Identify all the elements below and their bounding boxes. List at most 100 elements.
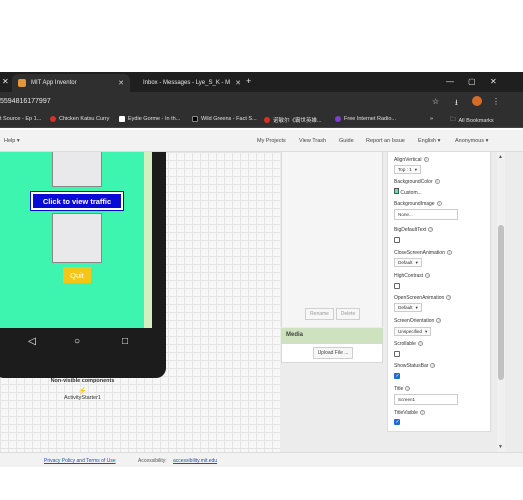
app-inventor-favicon-icon (18, 79, 26, 87)
background-image-field[interactable]: None... (394, 209, 458, 220)
report-issue-link[interactable]: Report an Issue (366, 138, 405, 144)
tab-inbox[interactable]: Inbox - Messages - Lye_S_K - M ✕ (132, 74, 242, 92)
bookmark-label: Wild Greens - Fact S... (201, 116, 257, 122)
view-traffic-button[interactable]: Click to view traffic (30, 191, 124, 211)
prop-label: BackgroundColor (394, 179, 433, 185)
activity-starter-icon[interactable]: ⚡ (0, 387, 165, 395)
star-icon[interactable]: ☆ (432, 97, 439, 106)
title-visible-checkbox[interactable] (394, 419, 400, 425)
help-icon[interactable]: ? (446, 295, 452, 300)
prop-title: Title? (394, 386, 411, 392)
screen1-preview[interactable]: Click to view traffic Quit (0, 152, 152, 328)
bookmark-label: Chicken Katsu Curry (59, 116, 110, 122)
media-panel: Upload File ... (281, 343, 383, 363)
help-icon[interactable]: ? (434, 179, 440, 184)
url-text[interactable]: 5594816177997 (0, 98, 51, 105)
address-bar[interactable]: 5594816177997 ☆ ⭳ ⋮ (0, 92, 523, 112)
dropdown-value: Default (398, 305, 413, 310)
new-tab-button[interactable]: + (246, 76, 251, 86)
site-icon (192, 116, 198, 122)
bookmark-item[interactable]: Free Internet Radio... (335, 116, 396, 122)
help-icon[interactable]: ? (405, 386, 411, 391)
image-component-middle[interactable] (52, 213, 102, 263)
accessibility-link[interactable]: accessibility.mit.edu (173, 458, 217, 464)
show-status-bar-checkbox[interactable] (394, 373, 400, 379)
my-projects-link[interactable]: My Projects (257, 138, 286, 144)
properties-panel: AlignVertical? Top : 1 ▾ BackgroundColor?… (387, 152, 491, 432)
privacy-link[interactable]: Privacy Policy and Terms of Use (44, 458, 116, 464)
dropdown-value: Unspecified (398, 329, 423, 334)
help-icon[interactable]: ? (446, 250, 452, 255)
bookmarks-overflow-button[interactable]: » (430, 116, 433, 122)
scrollbar-thumb[interactable] (498, 225, 504, 380)
color-value: Custom... (400, 190, 422, 196)
bookmark-label: Eydie Gorme - In th... (128, 116, 181, 122)
profile-avatar-icon[interactable] (472, 96, 482, 106)
scroll-up-icon[interactable]: ▲ (498, 154, 503, 160)
close-icon[interactable]: ✕ (118, 79, 124, 87)
bookmark-item[interactable]: Eydie Gorme - In th... (119, 116, 180, 122)
tab-close-icon[interactable]: ✕ (2, 77, 9, 86)
help-icon[interactable]: ? (419, 410, 425, 415)
big-default-text-checkbox[interactable] (394, 237, 400, 243)
bg-color-picker[interactable]: Custom... (394, 188, 422, 196)
tab-label: Inbox - Messages - Lye_S_K - M (143, 80, 231, 86)
bookmark-label: Free Internet Radio... (344, 116, 396, 122)
help-icon[interactable]: ? (436, 318, 442, 323)
prop-label: OpenScreenAnimation (394, 295, 445, 301)
bookmark-item[interactable]: 诺敏尔《霸世英雄... (264, 116, 322, 124)
high-contrast-checkbox[interactable] (394, 283, 400, 289)
download-icon[interactable]: ⭳ (455, 97, 458, 111)
close-icon[interactable]: ✕ (235, 79, 241, 87)
tab-mit-app-inventor[interactable]: MIT App Inventor ✕ (12, 74, 130, 92)
open-animation-dropdown[interactable]: Default ▾ (394, 303, 422, 312)
bookmark-item[interactable]: Wild Greens - Fact S... (192, 116, 257, 122)
minimize-button[interactable]: — (446, 77, 454, 86)
nonvisible-components: Non-visible components ⚡ ActivityStarter… (0, 378, 165, 401)
back-icon: ◁ (28, 336, 36, 347)
browser-menu-icon[interactable]: ⋮ (492, 97, 500, 106)
prop-label: HighContrast (394, 273, 424, 279)
image-component-top[interactable] (52, 152, 102, 187)
user-menu[interactable]: Anonymous ▾ (455, 138, 488, 144)
help-icon[interactable]: ? (417, 341, 423, 346)
language-menu[interactable]: English ▾ (418, 138, 440, 144)
all-bookmarks-button[interactable]: 🗀 All Bookmarks (450, 116, 494, 125)
all-bookmarks-label: All Bookmarks (458, 117, 494, 124)
scroll-down-icon[interactable]: ▼ (498, 444, 503, 450)
title-field[interactable]: Screen1 (394, 394, 458, 405)
youtube-icon (50, 116, 56, 122)
rename-button[interactable]: Rename (305, 308, 334, 320)
delete-button[interactable]: Delete (336, 308, 360, 320)
dropdown-value: Default (398, 260, 413, 265)
prop-label: BigDefaultText (394, 227, 427, 233)
prop-title-visible: TitleVisible? (394, 410, 425, 416)
prop-label: ShowStatusBar (394, 363, 429, 369)
bookmark-item[interactable]: Chicken Katsu Curry (50, 116, 109, 122)
prop-background-color: BackgroundColor? (394, 179, 440, 185)
tab-label: MIT App Inventor (31, 80, 77, 86)
youtube-icon (264, 117, 270, 123)
prop-screen-orientation: ScreenOrientation? (394, 318, 442, 324)
align-vertical-dropdown[interactable]: Top : 1 ▾ (394, 165, 422, 174)
help-icon[interactable]: ? (436, 201, 442, 206)
home-icon: ○ (74, 336, 81, 347)
orientation-dropdown[interactable]: Unspecified ▾ (394, 327, 432, 336)
nonvisible-item[interactable]: ActivityStarter1 (0, 395, 165, 401)
window-close-button[interactable]: ✕ (490, 77, 497, 86)
bookmark-item[interactable]: t Source - Ep 1... (0, 116, 41, 122)
help-icon[interactable]: ? (425, 273, 431, 278)
help-icon[interactable]: ? (423, 157, 429, 162)
help-icon[interactable]: ? (428, 227, 434, 232)
prop-label: CloseScreenAnimation (394, 250, 445, 256)
nonvisible-header: Non-visible components (50, 378, 115, 384)
upload-file-button[interactable]: Upload File ... (313, 347, 353, 359)
maximize-button[interactable]: ▢ (468, 77, 476, 86)
close-animation-dropdown[interactable]: Default ▾ (394, 258, 422, 267)
help-menu[interactable]: Help ▾ (4, 138, 20, 144)
quit-button[interactable]: Quit (63, 267, 91, 283)
scrollable-checkbox[interactable] (394, 351, 400, 357)
help-icon[interactable]: ? (430, 363, 436, 368)
guide-link[interactable]: Guide (339, 138, 354, 144)
view-trash-link[interactable]: View Trash (299, 138, 326, 144)
